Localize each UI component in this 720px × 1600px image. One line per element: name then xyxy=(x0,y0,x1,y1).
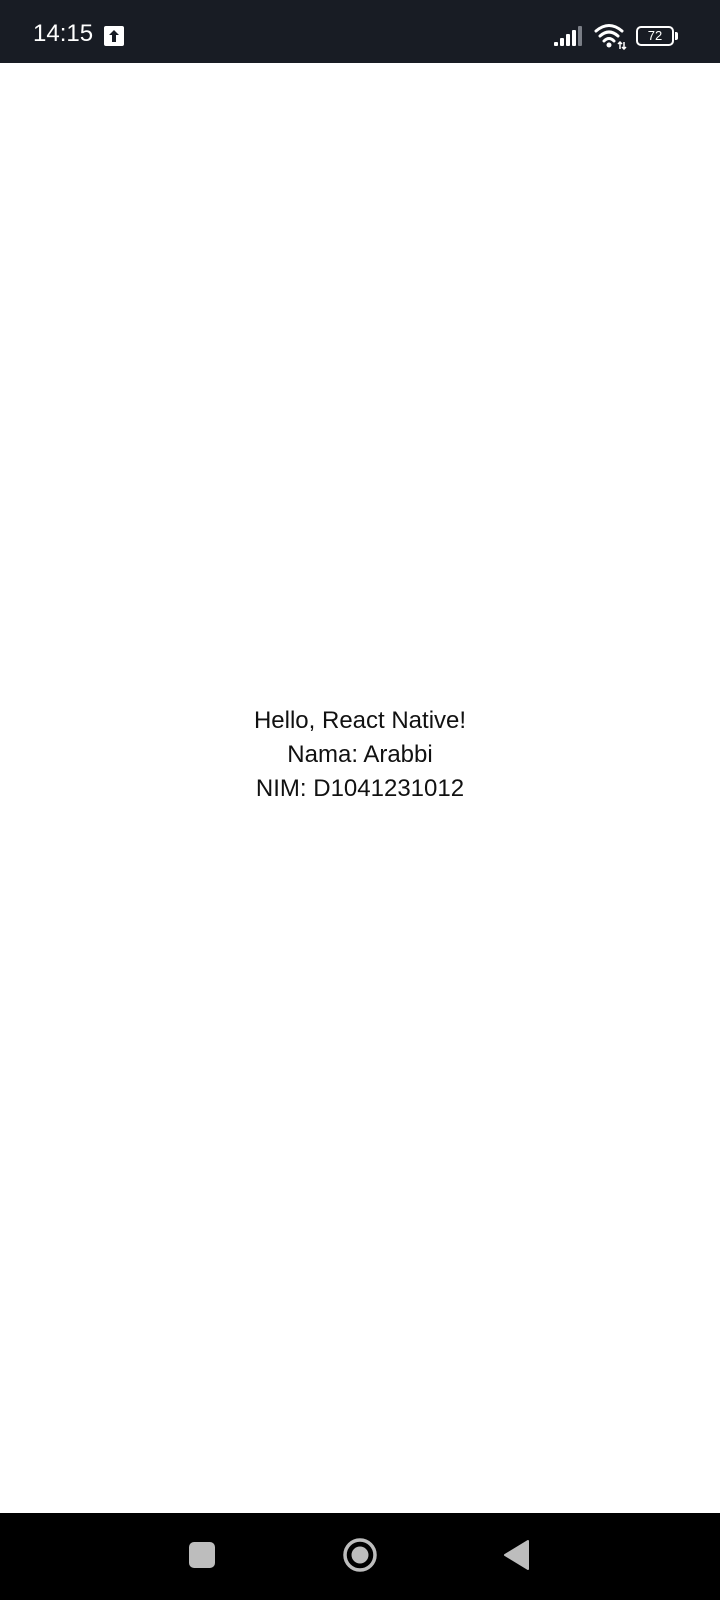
home-button[interactable] xyxy=(342,1537,378,1573)
battery-icon: 72 xyxy=(636,26,678,46)
navigation-bar xyxy=(0,1513,720,1600)
name-text: Nama: Arabbi xyxy=(287,741,433,768)
wifi-icon xyxy=(594,24,627,50)
battery-level: 72 xyxy=(647,28,663,43)
upload-icon xyxy=(104,26,124,46)
recents-button[interactable] xyxy=(189,1542,215,1568)
signal-icon xyxy=(554,26,582,46)
status-bar: 14:15 72 xyxy=(0,0,720,63)
greeting-text: Hello, React Native! xyxy=(253,707,467,734)
greeting-block: Hello, React Native! Nama: Arabbi NIM: D… xyxy=(0,704,720,806)
nim-text: NIM: D1041231012 xyxy=(255,775,465,802)
battery-tip xyxy=(675,32,678,40)
back-button[interactable] xyxy=(502,1539,530,1571)
battery-body: 72 xyxy=(636,26,674,46)
status-time: 14:15 xyxy=(33,20,94,47)
app-content: Hello, React Native! Nama: Arabbi NIM: D… xyxy=(0,63,720,1513)
